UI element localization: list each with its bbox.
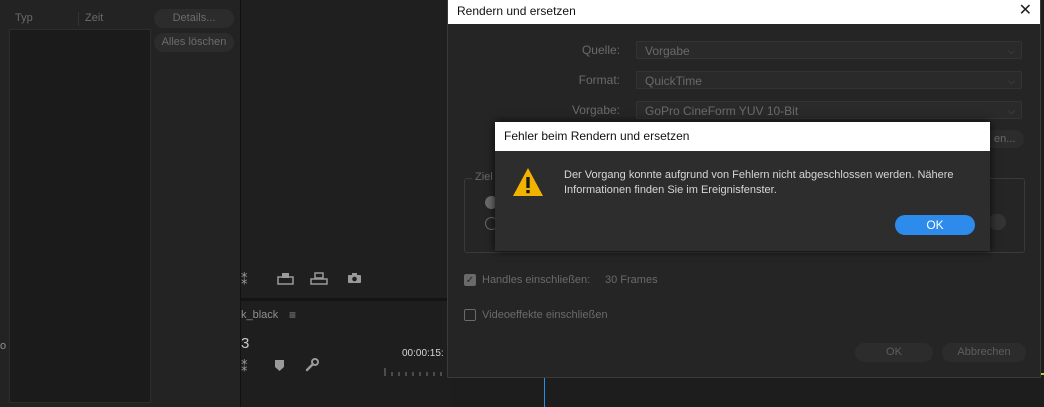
error-message-line-2: Informationen finden Sie im Ereignisfens… [564,184,777,196]
effects-checkbox[interactable] [464,309,476,321]
source-label: Quelle: [581,43,620,57]
dialog-titlebar[interactable]: Rendern und ersetzen ✕ [448,0,1040,24]
timeline-timecode-partial[interactable]: 3 [241,335,249,352]
source-value: Vorgabe [645,44,690,58]
panel-menu-icon[interactable]: ≡ [289,308,296,322]
events-panel: Typ Zeit Details... Alles löschen o [0,0,241,407]
target-label: Ziel [472,171,496,183]
error-ok-button[interactable]: OK [895,215,975,235]
playhead[interactable] [544,377,545,407]
marker-icon[interactable] [275,359,284,374]
lift-icon[interactable] [277,272,294,288]
chevron-down-icon: ⌵ [1008,76,1015,86]
format-label: Format: [578,73,620,87]
edge-glyph: o [0,340,7,352]
details-button[interactable]: Details... [154,9,234,28]
error-message-line-1: Der Vorgang konnte aufgrund von Fehlern … [564,169,954,181]
handles-label: Handles einschließen: [482,274,591,286]
preset-options-label: en... [994,133,1016,145]
sequence-tab-label[interactable]: k_black [241,309,278,321]
error-dialog: Fehler beim Rendern und ersetzen Der Vor… [495,122,990,251]
program-monitor: ⁑ [241,0,449,298]
snap-icon[interactable]: ⁑ [241,359,248,375]
ruler-timecode: 00:00:15: [402,348,444,359]
column-header-time[interactable]: Zeit [85,12,103,24]
browse-button[interactable] [988,214,1006,230]
column-divider [78,12,79,26]
handles-checkbox[interactable]: ✓ [464,274,476,286]
source-dropdown[interactable]: Vorgabe ⌵ [636,41,1022,59]
preset-dropdown[interactable]: GoPro CineForm YUV 10-Bit ⌵ [636,101,1022,119]
close-icon[interactable]: ✕ [1019,1,1032,21]
preset-value: GoPro CineForm YUV 10-Bit [645,104,799,118]
preset-label: Vorgabe: [571,103,620,117]
clear-all-button[interactable]: Alles löschen [154,33,234,52]
time-ruler[interactable] [383,366,447,376]
error-message: Der Vorgang konnte aufgrund von Fehlern … [564,168,974,198]
error-title: Fehler beim Rendern und ersetzen [504,129,690,143]
dialog-ok-button[interactable]: OK [855,343,933,362]
extract-icon[interactable] [310,272,328,288]
format-value: QuickTime [645,74,702,88]
dialog-title: Rendern und ersetzen [457,4,576,18]
chevron-down-icon: ⌵ [1008,106,1015,116]
column-header-type[interactable]: Typ [15,12,33,24]
camera-icon[interactable] [347,272,362,287]
chevron-down-icon: ⌵ [1008,46,1015,56]
trim-icon[interactable]: ⁑ [241,272,248,288]
handles-value[interactable]: 30 Frames [605,274,658,286]
wrench-icon[interactable] [305,358,319,375]
dialog-cancel-button[interactable]: Abbrechen [942,343,1026,362]
format-dropdown[interactable]: QuickTime ⌵ [636,71,1022,89]
warning-icon [513,168,543,196]
events-list[interactable] [9,29,151,403]
error-titlebar[interactable]: Fehler beim Rendern und ersetzen [495,122,990,151]
effects-label: Videoeffekte einschließen [482,309,608,321]
